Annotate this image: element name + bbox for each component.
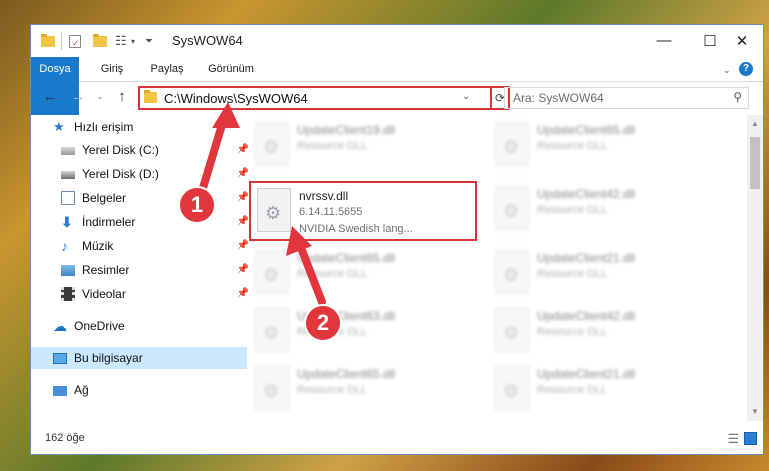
step-badge-2: 2 <box>304 304 342 342</box>
annotation-overlay <box>196 102 326 306</box>
step-badge-1: 1 <box>178 186 216 224</box>
arrow-1 <box>196 102 240 202</box>
arrow-2 <box>286 226 326 306</box>
